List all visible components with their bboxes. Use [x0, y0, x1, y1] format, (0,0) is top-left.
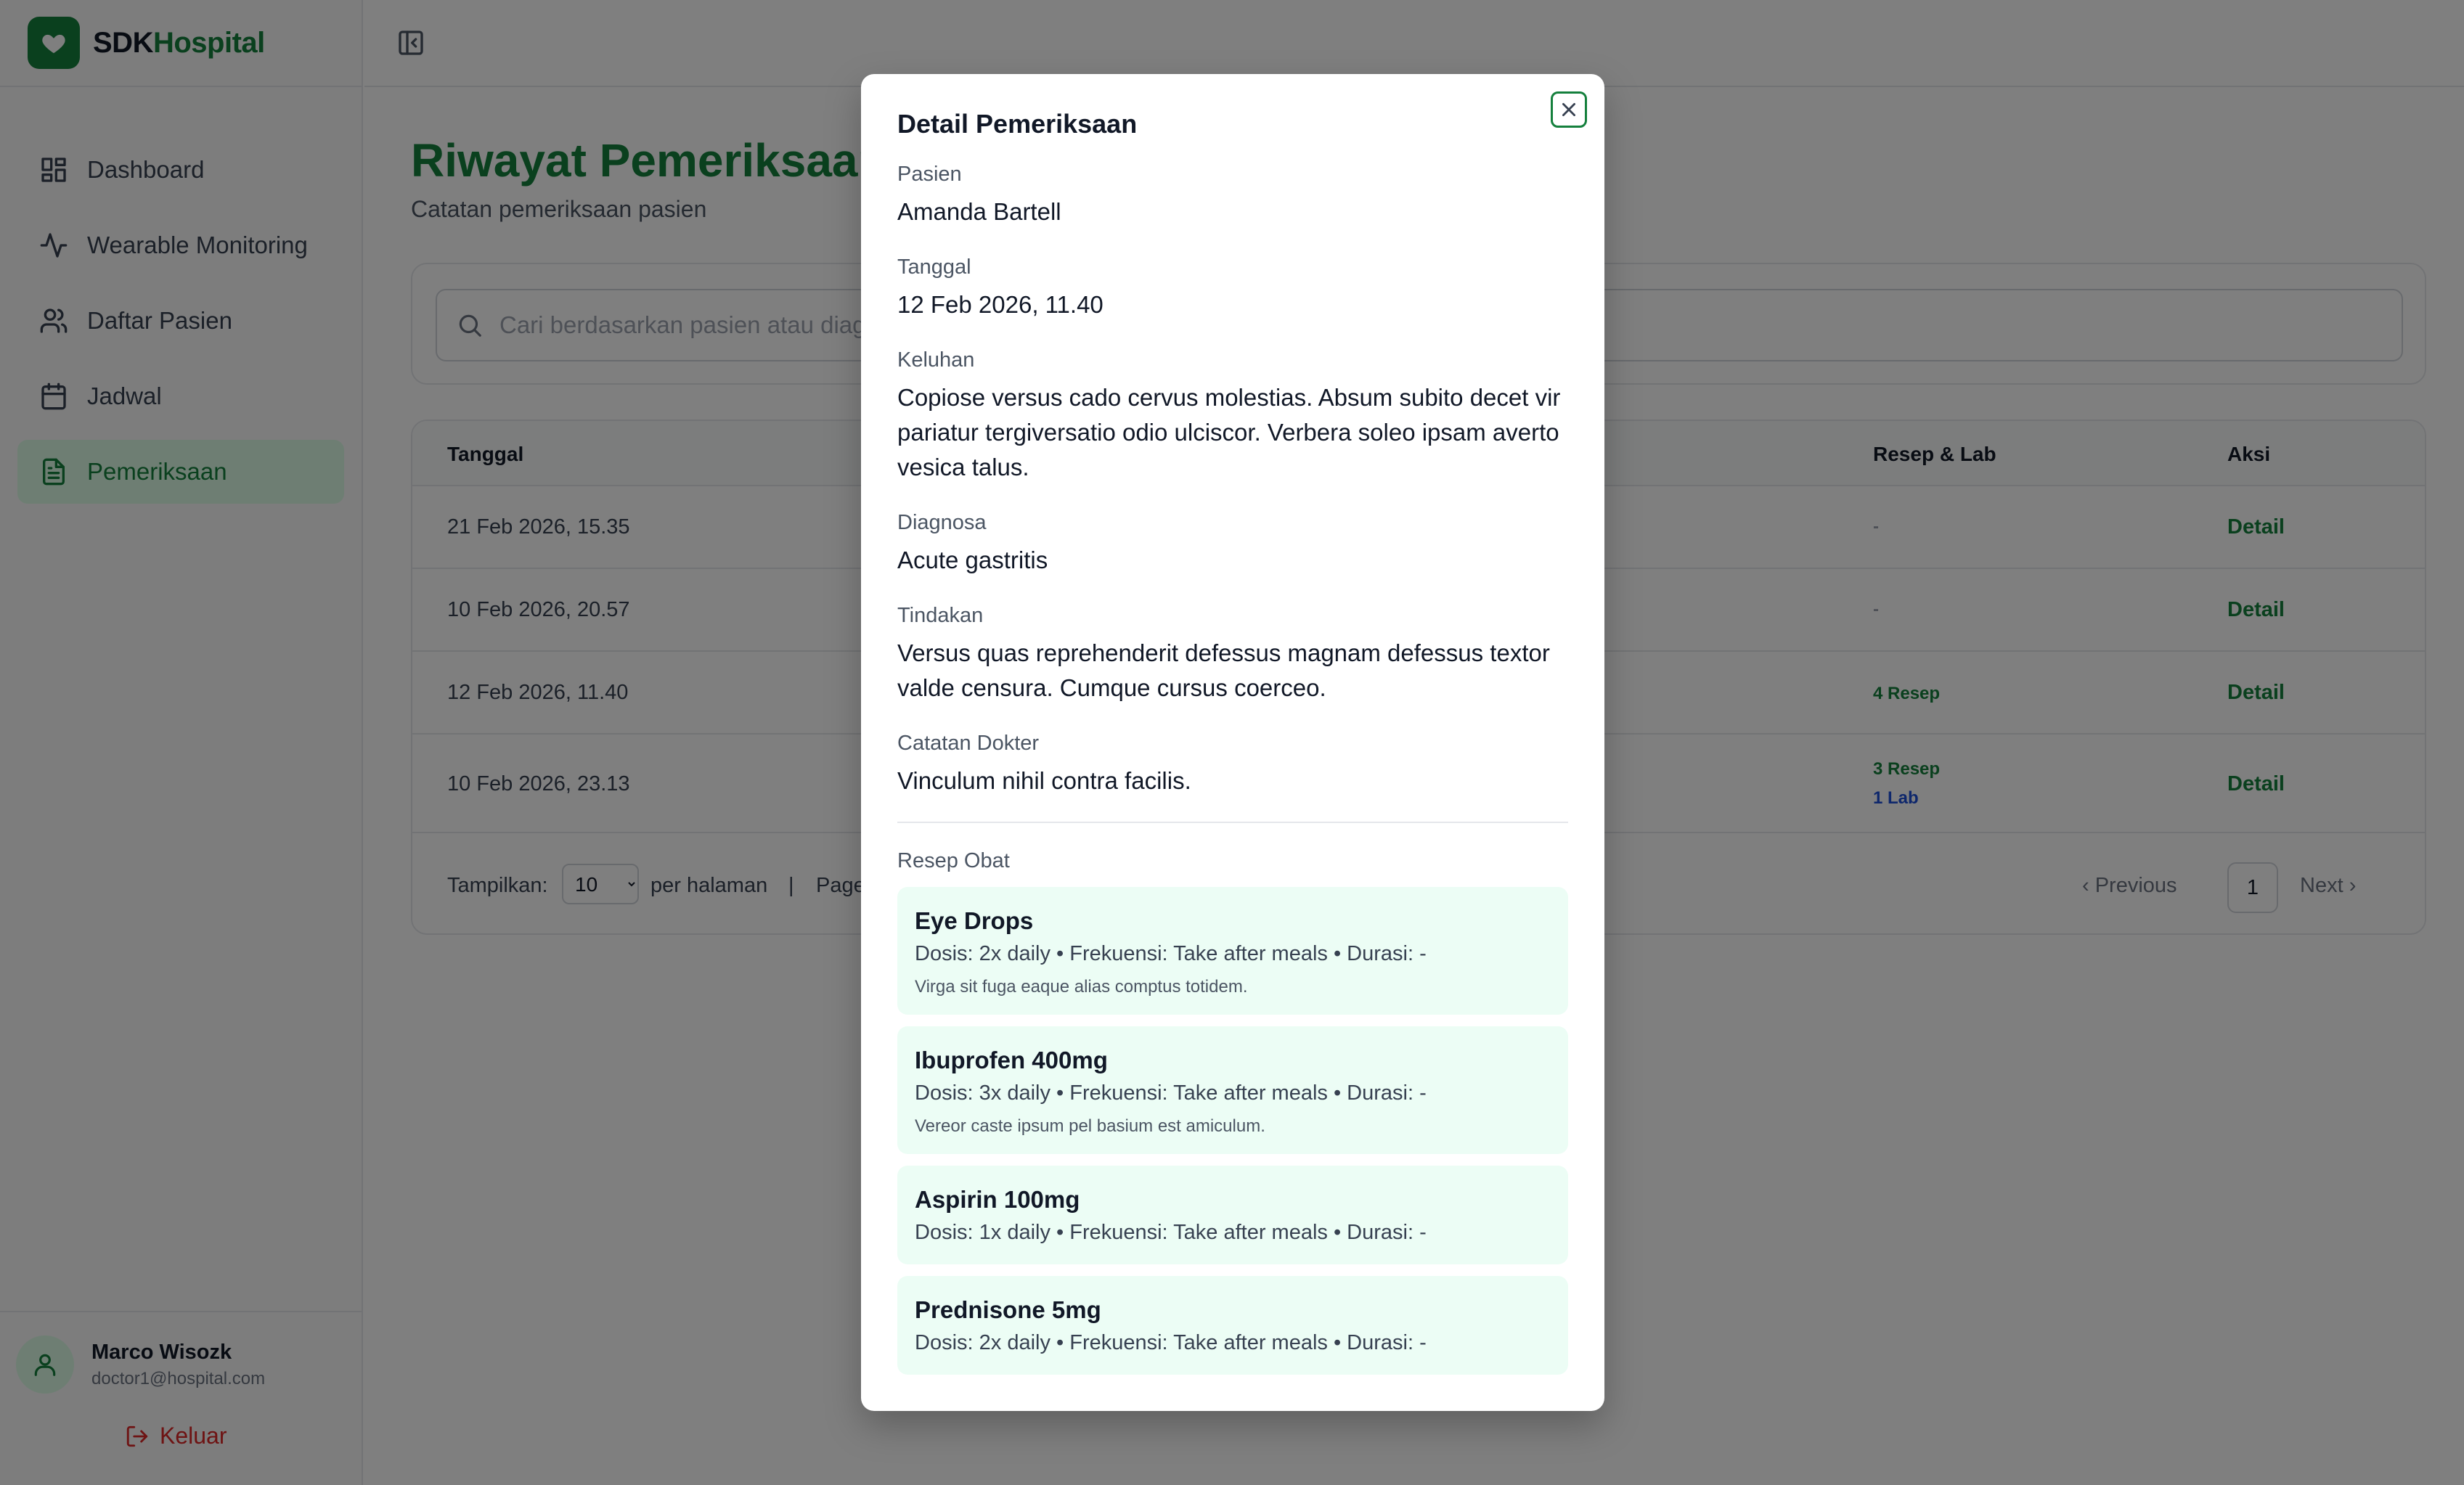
prescription-note: Vereor caste ipsum pel basium est amicul…: [915, 1116, 1265, 1136]
patient-value: Amanda Bartell: [897, 198, 1061, 225]
prescription-note: Virga sit fuga eaque alias comptus totid…: [915, 977, 1248, 997]
prescription-card: Prednisone 5mg Dosis: 2x daily • Frekuen…: [897, 1276, 1568, 1375]
prescription-card: Aspirin 100mg Dosis: 1x daily • Frekuens…: [897, 1166, 1568, 1264]
close-button[interactable]: [1551, 91, 1587, 128]
prescription-card: Eye Drops Dosis: 2x daily • Frekuensi: T…: [897, 887, 1568, 1015]
prescription-name: Prednisone 5mg: [915, 1296, 1101, 1323]
patient-label: Pasien: [897, 163, 962, 186]
exam-detail-modal: Detail Pemeriksaan Pasien Amanda Bartell…: [861, 74, 1604, 1411]
prescription-dosage: Dosis: 1x daily • Frekuensi: Take after …: [915, 1221, 1427, 1244]
complaint-label: Keluhan: [897, 348, 975, 372]
date-label: Tanggal: [897, 255, 971, 279]
doctor-notes-label: Catatan Dokter: [897, 732, 1040, 755]
diagnosis-label: Diagnosa: [897, 511, 987, 534]
action-value: Versus quas reprehenderit defessus magna…: [897, 639, 1550, 701]
doctor-notes-value: Vinculum nihil contra facilis.: [897, 767, 1191, 794]
date-value: 12 Feb 2026, 11.40: [897, 291, 1104, 318]
prescription-card: Ibuprofen 400mg Dosis: 3x daily • Frekue…: [897, 1026, 1568, 1154]
prescription-name: Eye Drops: [915, 907, 1034, 934]
prescription-dosage: Dosis: 3x daily • Frekuensi: Take after …: [915, 1081, 1427, 1105]
complaint-value: Copiose versus cado cervus molestias. Ab…: [897, 384, 1561, 480]
diagnosis-value: Acute gastritis: [897, 547, 1048, 573]
prescription-dosage: Dosis: 2x daily • Frekuensi: Take after …: [915, 1331, 1427, 1354]
prescriptions-label: Resep Obat: [897, 849, 1010, 872]
prescription-dosage: Dosis: 2x daily • Frekuensi: Take after …: [915, 942, 1427, 965]
prescription-name: Aspirin 100mg: [915, 1186, 1080, 1213]
close-icon: [1562, 103, 1575, 116]
action-label: Tindakan: [897, 604, 984, 627]
divider: [897, 822, 1568, 823]
prescription-name: Ibuprofen 400mg: [915, 1047, 1108, 1073]
modal-title: Detail Pemeriksaan: [897, 109, 1138, 139]
